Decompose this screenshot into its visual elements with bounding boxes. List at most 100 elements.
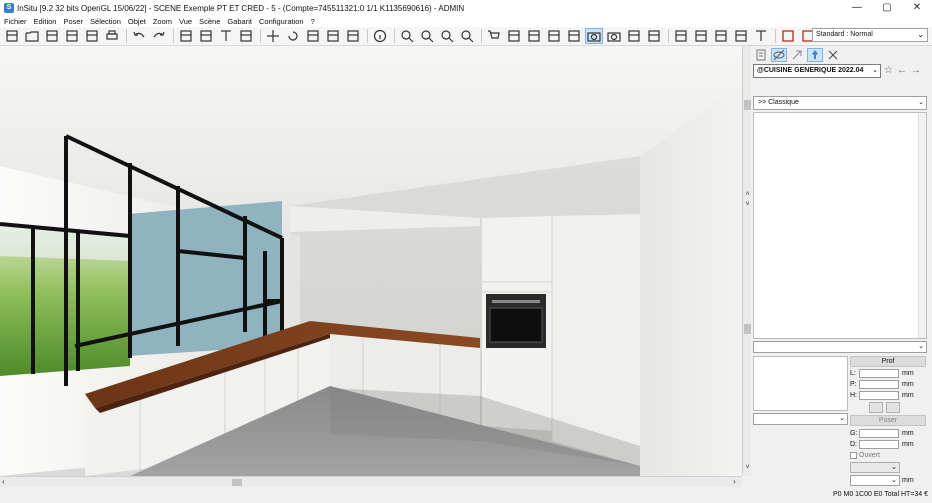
height-input[interactable] (859, 391, 899, 400)
depth-input[interactable] (859, 380, 899, 389)
scroll-thumb[interactable] (232, 479, 242, 486)
viewport-horizontal-scrollbar[interactable]: ‹ › (0, 476, 742, 487)
scroll-thumb[interactable] (744, 100, 751, 110)
tree-button[interactable] (672, 28, 690, 44)
left-offset-input[interactable] (859, 429, 899, 438)
undo-button[interactable] (130, 28, 148, 44)
crop-icon (735, 30, 747, 42)
right-offset-input[interactable] (859, 440, 899, 449)
place-floor-button[interactable] (304, 28, 322, 44)
ruler-button[interactable] (712, 28, 730, 44)
main-toolbar (0, 27, 932, 46)
measure-button[interactable] (177, 28, 195, 44)
hide-button[interactable] (771, 48, 787, 62)
arrow-line-button[interactable] (237, 28, 255, 44)
rotate-button[interactable] (284, 28, 302, 44)
menu-fichier[interactable]: Fichier (4, 17, 27, 26)
menu-poser[interactable]: Poser (63, 17, 83, 26)
print-button[interactable] (103, 28, 121, 44)
minimize-button[interactable]: — (842, 0, 872, 16)
depth-unit: mm (902, 381, 914, 388)
variant-list[interactable] (753, 356, 848, 411)
style-select[interactable]: >> Classique ⌄ (753, 96, 927, 110)
menu-bar: Fichier Edition Poser Sélection Objet Zo… (0, 16, 932, 27)
catalog-item-list[interactable] (753, 112, 927, 339)
pin-button[interactable] (807, 48, 823, 62)
info-button[interactable] (371, 28, 389, 44)
zoom-fit-button[interactable] (438, 28, 456, 44)
toolbar-separator (394, 29, 395, 43)
text-button[interactable] (217, 28, 235, 44)
forward-arrow-icon[interactable]: → (911, 65, 921, 76)
left-offset-unit: mm (902, 430, 914, 437)
favorite-star-icon[interactable]: ☆ (884, 65, 893, 76)
redo-button[interactable] (150, 28, 168, 44)
arrow-button[interactable] (789, 48, 805, 62)
menu-zoom[interactable]: Zoom (153, 17, 172, 26)
render-button[interactable] (625, 28, 643, 44)
open-folder-button[interactable] (23, 28, 41, 44)
move-button[interactable] (264, 28, 282, 44)
dimension-button[interactable] (197, 28, 215, 44)
walk-button[interactable] (645, 28, 663, 44)
length-input[interactable] (859, 369, 899, 378)
zoom-in-button[interactable] (398, 28, 416, 44)
swap-button[interactable] (869, 402, 883, 413)
save-as-button[interactable] (63, 28, 81, 44)
viewport-vertical-scrollbar[interactable]: ˄ ˅ ˅ (742, 46, 751, 476)
catalog-select[interactable]: @CUISINE GENERIQUE 2022.04 ⌄ (753, 64, 881, 78)
finish-select[interactable]: ⌄ (753, 341, 927, 353)
maximize-button[interactable]: ▢ (872, 0, 902, 16)
3d-viewport[interactable] (0, 46, 742, 476)
list-scrollbar[interactable] (918, 113, 926, 338)
variant-select[interactable]: ⌄ (753, 413, 848, 425)
zoom-window-button[interactable] (458, 28, 476, 44)
save-button[interactable] (43, 28, 61, 44)
bottom-select[interactable]: ⌄ (850, 475, 900, 486)
ouvert-checkbox[interactable]: Ouvert (850, 452, 880, 459)
book-button[interactable] (83, 28, 101, 44)
new-file-button[interactable] (3, 28, 21, 44)
open-folder-icon (25, 31, 39, 42)
properties-button[interactable] (753, 48, 769, 62)
crop-button[interactable] (732, 28, 750, 44)
prof-header[interactable]: Prof (850, 356, 926, 367)
close-panel-button[interactable] (825, 48, 841, 62)
frame-icon (782, 30, 794, 42)
zoom-fit-icon (441, 30, 454, 43)
opening-select[interactable]: ⌄ (850, 462, 900, 473)
arrow-icon (792, 50, 802, 60)
place-ceiling-button[interactable] (344, 28, 362, 44)
chevron-left-icon[interactable]: ‹ (2, 477, 5, 486)
menu-configuration[interactable]: Configuration (259, 17, 304, 26)
menu-help[interactable]: ? (311, 17, 315, 26)
move-icon (267, 30, 279, 42)
cart-button[interactable] (485, 28, 503, 44)
close-window-button[interactable]: ✕ (902, 0, 932, 16)
back-arrow-icon[interactable]: ← (897, 65, 907, 76)
poser-button[interactable]: Poser (850, 415, 926, 426)
resize-button[interactable] (886, 402, 900, 413)
menu-selection[interactable]: Sélection (90, 17, 121, 26)
chevron-right-icon[interactable]: › (733, 477, 736, 486)
menu-edition[interactable]: Edition (34, 17, 57, 26)
render-mode-select[interactable]: Standard : Normal ⌄ (812, 28, 928, 42)
frame-button[interactable] (779, 28, 797, 44)
menu-gabarit[interactable]: Gabarit (227, 17, 252, 26)
light-button[interactable] (692, 28, 710, 44)
menu-objet[interactable]: Objet (128, 17, 146, 26)
camera-button[interactable] (585, 28, 603, 44)
place-wall-button[interactable] (324, 28, 342, 44)
menu-vue[interactable]: Vue (179, 17, 192, 26)
photo-button[interactable] (605, 28, 623, 44)
elevation-button[interactable] (525, 28, 543, 44)
place-ceiling-icon (347, 30, 359, 42)
scroll-thumb-lower[interactable] (744, 324, 751, 334)
3d-box-button[interactable] (565, 28, 583, 44)
checkbox-box[interactable] (850, 452, 857, 459)
zoom-out-button[interactable] (418, 28, 436, 44)
layout-button[interactable] (545, 28, 563, 44)
plan-button[interactable] (505, 28, 523, 44)
menu-scene[interactable]: Scène (199, 17, 220, 26)
texture-button[interactable] (752, 28, 770, 44)
